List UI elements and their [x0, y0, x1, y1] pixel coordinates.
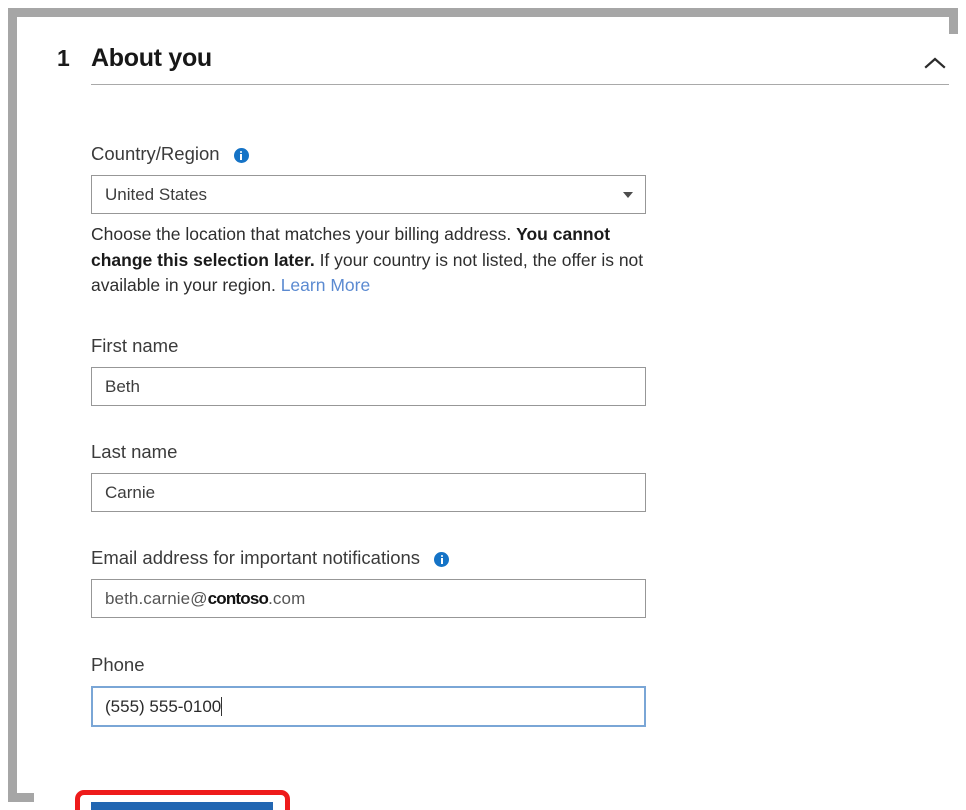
info-icon[interactable] — [434, 552, 449, 567]
field-phone: Phone (555) 555-0100 — [91, 654, 646, 727]
phone-label-text: Phone — [91, 654, 145, 676]
field-first-name: First name — [91, 335, 646, 406]
outer-frame: 1 About you Country/Region — [8, 8, 958, 802]
screenshot-root: 1 About you Country/Region — [0, 0, 966, 810]
header-divider — [91, 84, 949, 85]
email-input[interactable]: beth.carnie@contoso.com — [91, 579, 646, 618]
email-label: Email address for important notification… — [91, 547, 646, 569]
field-country-region: Country/Region United States Choose the … — [91, 143, 651, 299]
last-name-input[interactable] — [91, 473, 646, 512]
country-region-helper-text: Choose the location that matches your bi… — [91, 222, 651, 299]
field-last-name: Last name — [91, 441, 646, 512]
email-value-prefix: beth.carnie@ — [105, 589, 208, 609]
email-value-suffix: .com — [268, 589, 305, 609]
country-region-label-text: Country/Region — [91, 143, 220, 165]
next-button[interactable]: Next — [91, 802, 273, 810]
first-name-input[interactable] — [91, 367, 646, 406]
country-region-select-wrap: United States — [91, 175, 646, 214]
about-you-card: 1 About you Country/Region — [34, 34, 966, 810]
step-number: 1 — [57, 45, 70, 72]
helper-lead: Choose the location that matches your bi… — [91, 224, 516, 244]
section-header: 1 About you — [34, 34, 966, 90]
country-region-selected-value: United States — [105, 185, 207, 205]
info-icon[interactable] — [234, 148, 249, 163]
phone-value: (555) 555-0100 — [105, 697, 221, 717]
first-name-label-text: First name — [91, 335, 178, 357]
page-title: About you — [91, 44, 212, 73]
first-name-label: First name — [91, 335, 646, 357]
chevron-up-icon[interactable] — [920, 48, 950, 78]
email-label-text: Email address for important notification… — [91, 547, 420, 569]
learn-more-link[interactable]: Learn More — [281, 275, 371, 295]
email-value-redacted: contoso — [208, 589, 269, 609]
last-name-label: Last name — [91, 441, 646, 463]
field-email: Email address for important notification… — [91, 547, 646, 618]
text-caret — [221, 697, 222, 716]
country-region-select[interactable]: United States — [91, 175, 646, 214]
phone-input[interactable]: (555) 555-0100 — [91, 686, 646, 727]
phone-label: Phone — [91, 654, 646, 676]
next-button-area: Next — [75, 790, 290, 810]
last-name-label-text: Last name — [91, 441, 177, 463]
country-region-label: Country/Region — [91, 143, 651, 165]
